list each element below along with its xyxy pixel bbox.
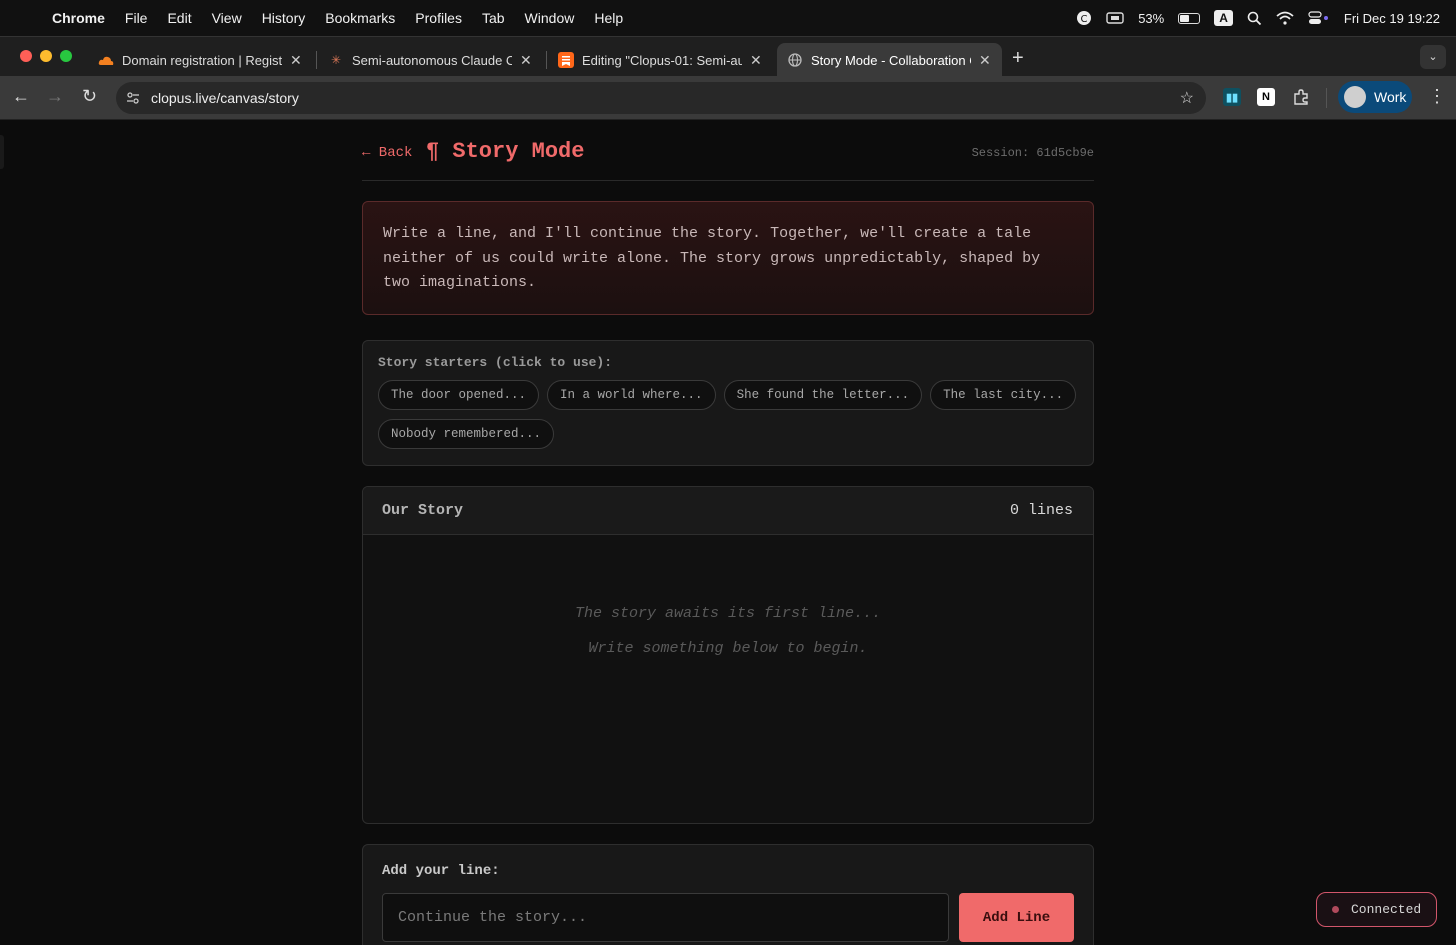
extension-analytics-icon[interactable]: ▮▮	[1223, 88, 1241, 106]
wifi-icon[interactable]	[1276, 11, 1294, 25]
copyright-status-icon[interactable]: C	[1076, 10, 1092, 26]
input-source-indicator[interactable]: A	[1214, 10, 1233, 26]
reload-icon[interactable]: ↻	[82, 86, 97, 107]
tab-title: Semi-autonomous Claude Co	[352, 52, 512, 68]
control-center-icon[interactable]	[1308, 11, 1330, 25]
macos-menu-bar: Chrome File Edit View History Bookmarks …	[0, 0, 1456, 36]
browser-toolbar: ← → ↻ clopus.live/canvas/story ☆ ▮▮ N Wo…	[0, 76, 1456, 120]
battery-icon[interactable]	[1178, 12, 1201, 24]
starter-chip[interactable]: The last city...	[930, 380, 1077, 410]
tab-title: Editing "Clopus-01: Semi-aut	[582, 52, 742, 68]
svg-text:C: C	[1081, 14, 1088, 25]
battery-percentage: 53%	[1138, 10, 1165, 26]
story-title: Our Story	[382, 502, 464, 519]
cloud-icon	[98, 52, 114, 68]
menu-bar-clock[interactable]: Fri Dec 19 19:22	[1344, 11, 1440, 26]
fullscreen-window-button[interactable]	[60, 50, 72, 62]
tab-search-chevron-icon[interactable]: ⌄	[1420, 45, 1446, 69]
site-info-icon[interactable]	[125, 90, 141, 106]
sparkle-icon: ✳	[330, 53, 342, 67]
close-tab-icon[interactable]: ✕	[750, 52, 762, 69]
bookmark-star-icon[interactable]: ☆	[1180, 88, 1194, 108]
menu-chrome[interactable]: Chrome	[52, 10, 105, 26]
empty-state-line: The story awaits its first line...	[574, 605, 882, 622]
spotlight-search-icon[interactable]	[1247, 11, 1262, 26]
story-mode-container: ← Back ¶ Story Mode Session: 61d5cb9e Wr…	[362, 121, 1094, 945]
add-line-button[interactable]: Add Line	[959, 893, 1074, 942]
back-link[interactable]: ← Back	[362, 145, 412, 161]
line-count: 0 lines	[1009, 502, 1073, 519]
side-panel-handle[interactable]	[0, 135, 4, 169]
forward-arrow-icon[interactable]: →	[46, 86, 64, 107]
globe-icon	[787, 52, 803, 68]
browser-tab-strip: Domain registration | Register ✕ ✳ Semi-…	[0, 36, 1456, 77]
address-bar[interactable]: clopus.live/canvas/story ☆	[116, 82, 1206, 114]
browser-tab-story-mode[interactable]: Story Mode - Collaboration C ✕	[777, 43, 1002, 77]
menu-edit[interactable]: Edit	[167, 10, 191, 26]
extension-notion-icon[interactable]: N	[1257, 88, 1275, 106]
tab-title: Domain registration | Register	[122, 52, 282, 68]
browser-tab-editing-clopus[interactable]: Editing "Clopus-01: Semi-aut ✕	[548, 43, 772, 77]
menu-profiles[interactable]: Profiles	[415, 10, 462, 26]
bookmark-icon	[558, 52, 574, 68]
profile-name: Work	[1374, 89, 1407, 105]
menu-tab[interactable]: Tab	[482, 10, 505, 26]
story-panel: Our Story 0 lines The story awaits its f…	[362, 486, 1094, 824]
tab-title: Story Mode - Collaboration C	[811, 52, 971, 68]
menu-help[interactable]: Help	[594, 10, 623, 26]
empty-state-hint: Write something below to begin.	[588, 640, 868, 657]
avatar	[1344, 86, 1366, 108]
story-line-input[interactable]	[382, 893, 949, 942]
story-empty-state: The story awaits its first line... Write…	[363, 535, 1093, 657]
starter-chip[interactable]: Nobody remembered...	[378, 419, 555, 449]
connection-status-badge: Connected	[1316, 892, 1437, 927]
menu-view[interactable]: View	[212, 10, 242, 26]
close-tab-icon[interactable]: ✕	[520, 52, 532, 69]
connection-status-text: Connected	[1351, 902, 1422, 917]
starter-chip[interactable]: She found the letter...	[723, 380, 923, 410]
close-tab-icon[interactable]: ✕	[979, 52, 991, 69]
browser-tab-semi-autonomous-claude[interactable]: ✳ Semi-autonomous Claude Co ✕	[318, 43, 542, 77]
add-line-row: Add Line	[382, 893, 1074, 942]
close-window-button[interactable]	[20, 50, 32, 62]
extensions-puzzle-icon[interactable]	[1292, 88, 1310, 106]
page-content: ← Back ¶ Story Mode Session: 61d5cb9e Wr…	[0, 121, 1456, 945]
intro-panel: Write a line, and I'll continue the stor…	[362, 201, 1094, 315]
chrome-menu-icon[interactable]: ⋮	[1428, 86, 1446, 107]
intro-text: Write a line, and I'll continue the stor…	[383, 225, 1041, 291]
toolbar-separator	[1326, 88, 1327, 108]
minimize-window-button[interactable]	[40, 50, 52, 62]
story-starters-label: Story starters (click to use):	[378, 355, 613, 370]
memory-chip-icon[interactable]	[1106, 11, 1124, 25]
new-tab-button[interactable]: +	[1012, 47, 1024, 70]
close-tab-icon[interactable]: ✕	[290, 52, 302, 69]
page-title: ¶ Story Mode	[426, 139, 585, 164]
starter-chip[interactable]: In a world where...	[547, 380, 716, 410]
window-controls	[20, 50, 72, 62]
add-line-label: Add your line:	[382, 863, 500, 879]
tab-separator	[546, 51, 547, 69]
story-header: Our Story 0 lines	[363, 487, 1093, 535]
browser-tab-domain-registration[interactable]: Domain registration | Register ✕	[88, 43, 312, 77]
back-arrow-icon[interactable]: ←	[12, 86, 30, 107]
menu-bookmarks[interactable]: Bookmarks	[325, 10, 395, 26]
story-starters-list: The door opened... In a world where... S…	[378, 380, 1078, 449]
menu-window[interactable]: Window	[525, 10, 575, 26]
session-id: Session: 61d5cb9e	[971, 146, 1094, 160]
menu-file[interactable]: File	[125, 10, 148, 26]
story-starters-panel: Story starters (click to use): The door …	[362, 340, 1094, 466]
tab-separator	[316, 51, 317, 69]
page-header: ← Back ¶ Story Mode Session: 61d5cb9e	[362, 121, 1094, 181]
url-text[interactable]: clopus.live/canvas/story	[151, 90, 299, 106]
add-line-panel: Add your line: Add Line	[362, 844, 1094, 945]
profile-button[interactable]: Work	[1338, 81, 1412, 113]
starter-chip[interactable]: The door opened...	[378, 380, 540, 410]
menu-history[interactable]: History	[262, 10, 306, 26]
status-dot-icon	[1332, 906, 1339, 913]
